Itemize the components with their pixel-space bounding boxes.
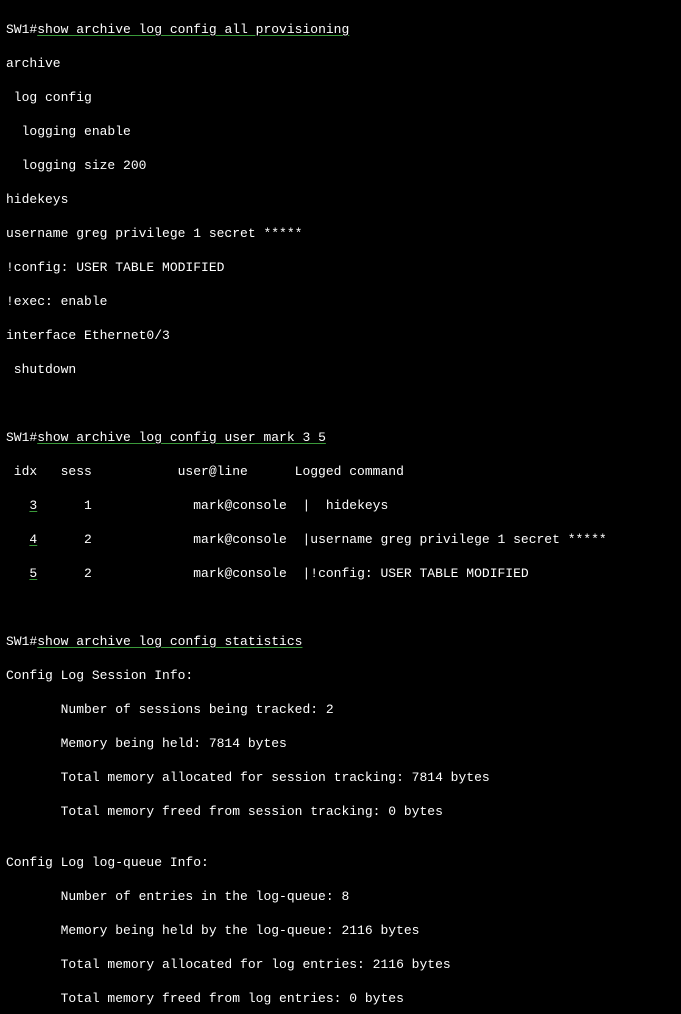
output-line: Config Log Session Info: <box>6 667 675 684</box>
output-line: logging size 200 <box>6 157 675 174</box>
output-line: hidekeys <box>6 191 675 208</box>
output-line: interface Ethernet0/3 <box>6 327 675 344</box>
row-rest: 1 mark@console | hidekeys <box>37 498 388 513</box>
output-line: shutdown <box>6 361 675 378</box>
output-line: Total memory allocated for log entries: … <box>6 956 675 973</box>
output-line: Total memory freed from log entries: 0 b… <box>6 990 675 1007</box>
command-3: show archive log config statistics <box>37 634 302 649</box>
output-line: Memory being held by the log-queue: 2116… <box>6 922 675 939</box>
output-line: Number of sessions being tracked: 2 <box>6 701 675 718</box>
command-1: show archive log config all provisioning <box>37 22 349 37</box>
output-line: username greg privilege 1 secret ***** <box>6 225 675 242</box>
output-line: Memory being held: 7814 bytes <box>6 735 675 752</box>
prompt: SW1# <box>6 634 37 649</box>
line-cmd3: SW1#show archive log config statistics <box>6 633 675 650</box>
output-line: log config <box>6 89 675 106</box>
line-cmd1: SW1#show archive log config all provisio… <box>6 21 675 38</box>
idx-cell: 4 <box>29 532 37 547</box>
output-line: !config: USER TABLE MODIFIED <box>6 259 675 276</box>
blank-line <box>6 395 675 412</box>
output-line: archive <box>6 55 675 72</box>
prompt: SW1# <box>6 22 37 37</box>
output-line: Total memory freed from session tracking… <box>6 803 675 820</box>
table-row: 3 1 mark@console | hidekeys <box>6 497 675 514</box>
terminal[interactable]: SW1#show archive log config all provisio… <box>0 0 681 1014</box>
table-row: 5 2 mark@console |!config: USER TABLE MO… <box>6 565 675 582</box>
row-rest: 2 mark@console |!config: USER TABLE MODI… <box>37 566 528 581</box>
row-rest: 2 mark@console |username greg privilege … <box>37 532 607 547</box>
table-row: 4 2 mark@console |username greg privileg… <box>6 531 675 548</box>
blank-line <box>6 599 675 616</box>
prompt: SW1# <box>6 430 37 445</box>
output-line: !exec: enable <box>6 293 675 310</box>
output-line: Config Log log-queue Info: <box>6 854 675 871</box>
line-cmd2: SW1#show archive log config user mark 3 … <box>6 429 675 446</box>
command-2: show archive log config user mark 3 5 <box>37 430 326 445</box>
output-line: logging enable <box>6 123 675 140</box>
idx-cell: 5 <box>29 566 37 581</box>
output-line: Number of entries in the log-queue: 8 <box>6 888 675 905</box>
table-header: idx sess user@line Logged command <box>6 463 675 480</box>
output-line: Total memory allocated for session track… <box>6 769 675 786</box>
